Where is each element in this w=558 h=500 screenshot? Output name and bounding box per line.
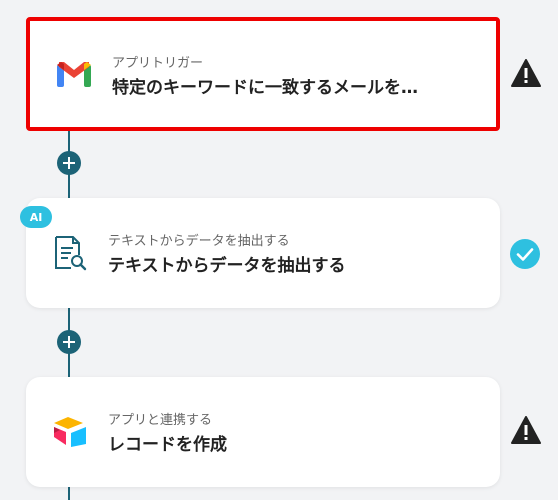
- check-icon: [509, 238, 541, 270]
- flow-step-trigger-card[interactable]: アプリトリガー 特定のキーワードに一致するメールを…: [26, 17, 500, 131]
- gmail-icon: [56, 56, 92, 92]
- warning-icon: [510, 57, 542, 89]
- step-title: テキストからデータを抽出する: [108, 256, 346, 276]
- flow-step-airtable-card[interactable]: アプリと連携する レコードを作成: [26, 377, 500, 487]
- plus-icon: [63, 157, 75, 169]
- airtable-icon: [52, 414, 88, 450]
- document-search-icon: [52, 235, 88, 271]
- step-subtitle: アプリトリガー: [112, 56, 204, 71]
- add-step-button[interactable]: [57, 330, 81, 354]
- plus-icon: [63, 336, 75, 348]
- step-title: レコードを作成: [108, 435, 227, 455]
- flow-canvas: アプリトリガー 特定のキーワードに一致するメールを… AI テキストからデータを…: [0, 0, 558, 500]
- add-step-button[interactable]: [57, 151, 81, 175]
- step-subtitle: テキストからデータを抽出する: [108, 234, 290, 249]
- step-subtitle: アプリと連携する: [108, 413, 213, 428]
- warning-icon: [510, 414, 542, 446]
- step-title: 特定のキーワードに一致するメールを…: [112, 78, 418, 98]
- ai-badge: AI: [20, 206, 52, 228]
- flow-step-ai-extract-card[interactable]: AI テキストからデータを抽出する テキストからデータを抽出する: [20, 198, 500, 308]
